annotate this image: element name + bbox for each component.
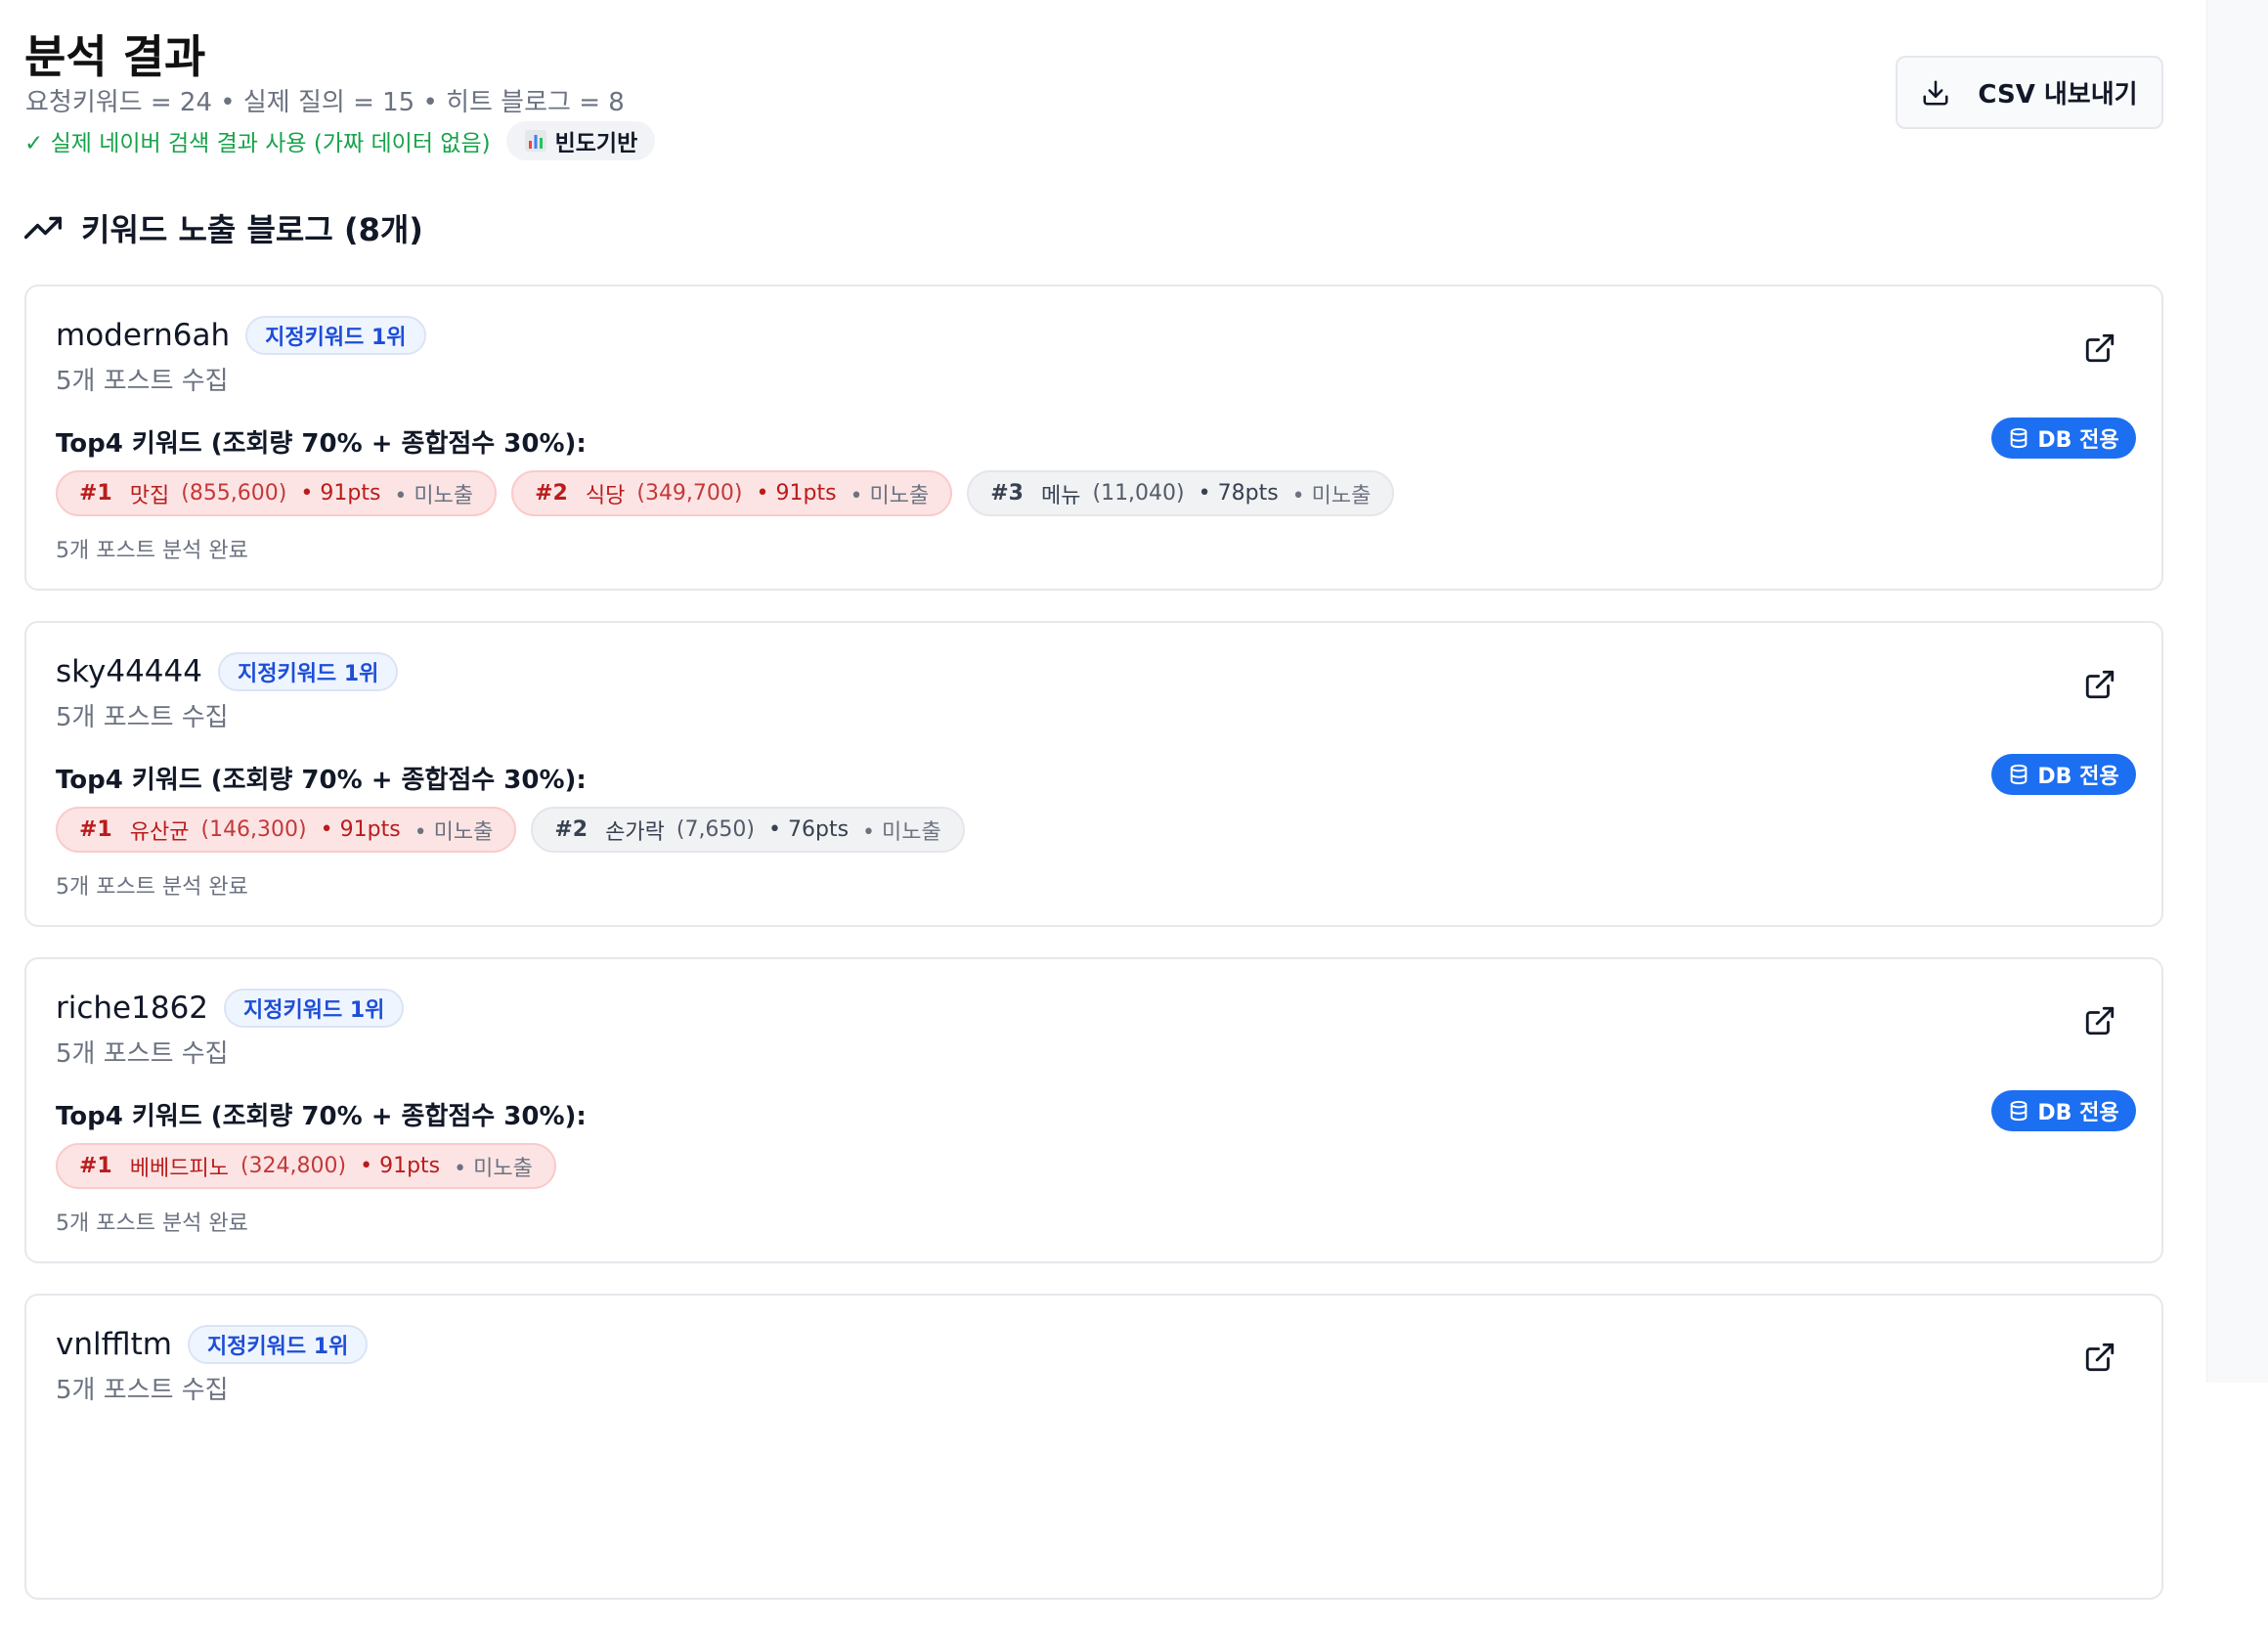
keyword-exposure: • 미노출 — [454, 1156, 533, 1181]
keyword-chip[interactable]: #2 식당 (349,700) • 91pts • 미노출 — [511, 470, 953, 516]
section-heading: 키워드 노출 블로그 (8개) — [24, 205, 423, 250]
keyword-points: • 76pts — [768, 817, 850, 842]
database-icon — [2011, 764, 2028, 785]
analysis-note: 5개 포스트 분석 완료 — [56, 539, 248, 563]
keyword-points: • 78pts — [1198, 481, 1279, 506]
db-only-badge: DB 전용 — [1991, 1090, 2136, 1131]
database-icon — [2011, 427, 2028, 449]
keyword-volume: (146,300) — [200, 817, 307, 842]
external-link-icon[interactable] — [2083, 1341, 2116, 1374]
blog-head: sky44444 지정키워드 1위 — [56, 652, 399, 691]
keyword-rank: #1 — [79, 1154, 112, 1178]
data-source-status: ✓ 실제 네이버 검색 결과 사용 (가짜 데이터 없음) 빈도기반 — [24, 121, 656, 160]
blog-card: riche1862 지정키워드 1위 5개 포스트 수집 Top4 키워드 (조… — [24, 957, 2163, 1263]
keyword-rank: #1 — [79, 817, 112, 842]
keyword-row: #1 맛집 (855,600) • 91pts • 미노출 #2 식당 (349,700) • … — [56, 470, 1395, 516]
blog-card: sky44444 지정키워드 1위 5개 포스트 수집 Top4 키워드 (조회… — [24, 621, 2163, 927]
keyword-chip[interactable]: #3 메뉴 (11,040) • 78pts • 미노출 — [967, 470, 1395, 516]
keyword-chip[interactable]: #2 손가락 (7,650) • 76pts • 미노출 — [531, 807, 965, 853]
blog-id[interactable]: riche1862 — [56, 991, 208, 1026]
blog-head: vnlffltm 지정키워드 1위 — [56, 1325, 369, 1364]
download-icon — [1923, 80, 1948, 105]
blog-id[interactable]: vnlffltm — [56, 1327, 172, 1362]
keyword-exposure: • 미노출 — [394, 483, 474, 508]
section-title: 키워드 노출 블로그 (8개) — [81, 211, 423, 248]
keyword-points: • 91pts — [360, 1154, 441, 1178]
keyword-rank: #2 — [535, 481, 568, 506]
real-data-note: ✓ 실제 네이버 검색 결과 사용 (가짜 데이터 없음) — [24, 131, 491, 156]
rank-badge: 지정키워드 1위 — [187, 1325, 369, 1364]
keyword-rank: #3 — [990, 481, 1024, 506]
keyword-name: 유산균 — [129, 819, 190, 845]
rank-badge: 지정키워드 1위 — [224, 989, 405, 1028]
keyword-exposure: • 미노출 — [1291, 483, 1372, 508]
blog-list: modern6ah 지정키워드 1위 5개 포스트 수집 Top4 키워드 (조… — [24, 285, 2163, 1630]
post-count: 5개 포스트 수집 — [56, 1376, 229, 1405]
keyword-chip[interactable]: #1 베베드피노 (324,800) • 91pts • 미노출 — [56, 1143, 556, 1189]
keyword-volume: (324,800) — [240, 1154, 347, 1178]
keyword-points: • 91pts — [320, 817, 401, 842]
scrollbar-track[interactable] — [2206, 0, 2268, 1383]
query-stats: 요청키워드 = 24 • 실제 질의 = 15 • 히트 블로그 = 8 — [25, 88, 625, 117]
rank-badge: 지정키워드 1위 — [217, 652, 399, 691]
blog-card: vnlffltm 지정키워드 1위 5개 포스트 수집 — [24, 1294, 2163, 1600]
external-link-icon[interactable] — [2083, 331, 2116, 365]
trending-up-icon — [24, 216, 62, 240]
post-count: 5개 포스트 수집 — [56, 367, 229, 396]
keyword-name: 식당 — [585, 483, 626, 508]
keyword-exposure: • 미노출 — [414, 819, 494, 845]
main-content: 분석 결과 요청키워드 = 24 • 실제 질의 = 15 • 히트 블로그 =… — [24, 0, 2163, 1600]
keyword-row: #1 유산균 (146,300) • 91pts • 미노출 #2 손가락 (7,650) • … — [56, 807, 965, 853]
blog-id[interactable]: modern6ah — [56, 318, 230, 353]
external-link-icon[interactable] — [2083, 1004, 2116, 1037]
keyword-volume: (349,700) — [636, 481, 743, 506]
keyword-rank: #1 — [79, 481, 112, 506]
bar-chart-icon — [524, 130, 546, 152]
analysis-note: 5개 포스트 분석 완료 — [56, 875, 248, 900]
keyword-volume: (7,650) — [676, 817, 756, 842]
post-count: 5개 포스트 수집 — [56, 703, 229, 732]
frequency-chip: 빈도기반 — [505, 121, 656, 160]
top4-label: Top4 키워드 (조회량 70% + 종합점수 30%): — [56, 766, 587, 795]
keyword-chip[interactable]: #1 유산균 (146,300) • 91pts • 미노출 — [56, 807, 517, 853]
keyword-name: 베베드피노 — [129, 1156, 229, 1181]
keyword-volume: (855,600) — [181, 481, 287, 506]
analysis-note: 5개 포스트 분석 완료 — [56, 1211, 248, 1236]
frequency-label: 빈도기반 — [554, 131, 638, 156]
db-badge-label: DB 전용 — [2037, 428, 2119, 453]
csv-export-button[interactable]: CSV 내보내기 — [1896, 56, 2163, 129]
keyword-name: 맛집 — [129, 483, 170, 508]
keyword-points: • 91pts — [300, 481, 381, 506]
keyword-rank: #2 — [554, 817, 589, 842]
blog-id[interactable]: sky44444 — [56, 654, 202, 689]
csv-button-label: CSV 내보내기 — [1978, 80, 2138, 110]
db-badge-label: DB 전용 — [2037, 765, 2119, 789]
external-link-icon[interactable] — [2083, 668, 2116, 701]
db-only-badge: DB 전용 — [1991, 418, 2136, 459]
blog-head: riche1862 지정키워드 1위 — [56, 989, 405, 1028]
post-count: 5개 포스트 수집 — [56, 1039, 229, 1069]
database-icon — [2011, 1100, 2028, 1122]
keyword-exposure: • 미노출 — [862, 819, 941, 845]
keyword-row: #1 베베드피노 (324,800) • 91pts • 미노출 — [56, 1143, 556, 1189]
results-header: 분석 결과 요청키워드 = 24 • 실제 질의 = 15 • 히트 블로그 =… — [24, 0, 2163, 171]
top4-label: Top4 키워드 (조회량 70% + 종합점수 30%): — [56, 1102, 587, 1131]
top4-label: Top4 키워드 (조회량 70% + 종합점수 30%): — [56, 429, 587, 459]
keyword-exposure: • 미노출 — [850, 483, 930, 508]
db-badge-label: DB 전용 — [2037, 1101, 2119, 1125]
blog-card: modern6ah 지정키워드 1위 5개 포스트 수집 Top4 키워드 (조… — [24, 285, 2163, 591]
keyword-chip[interactable]: #1 맛집 (855,600) • 91pts • 미노출 — [56, 470, 498, 516]
db-only-badge: DB 전용 — [1991, 754, 2136, 795]
blog-head: modern6ah 지정키워드 1위 — [56, 316, 426, 355]
keyword-points: • 91pts — [756, 481, 837, 506]
keyword-name: 메뉴 — [1041, 483, 1081, 508]
keyword-volume: (11,040) — [1092, 481, 1185, 506]
rank-badge: 지정키워드 1위 — [245, 316, 426, 355]
page-title: 분석 결과 — [24, 30, 206, 83]
keyword-name: 손가락 — [605, 819, 665, 845]
